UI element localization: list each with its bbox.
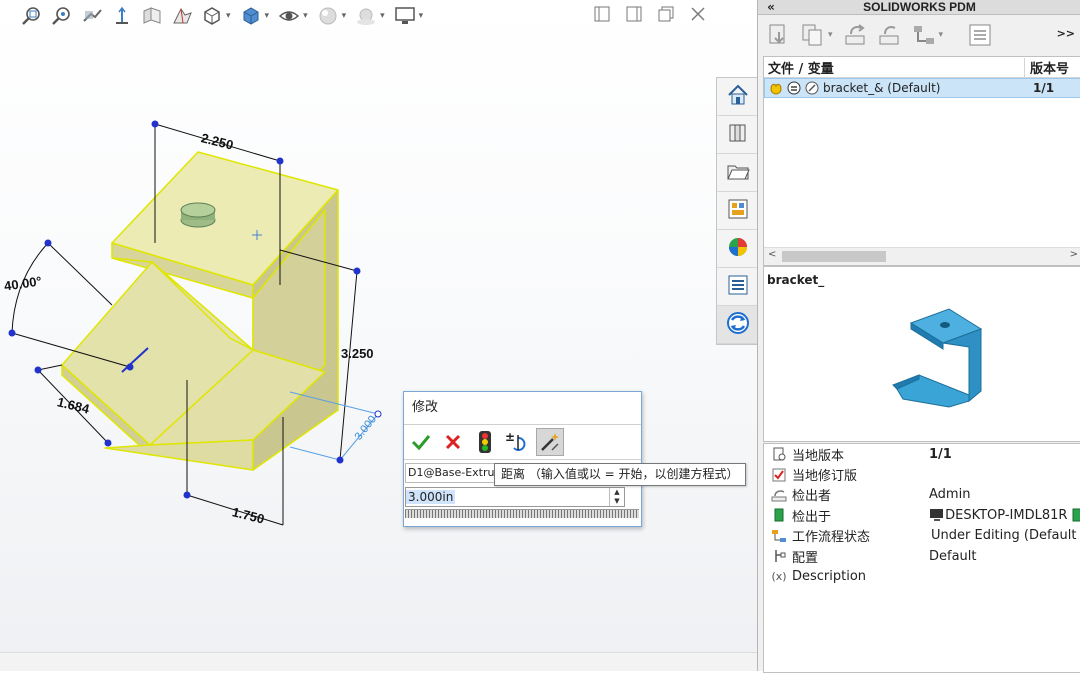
library-books-icon bbox=[726, 121, 750, 149]
property-row-local-revision: 当地修订版 bbox=[764, 464, 1080, 484]
tab-custom-properties[interactable] bbox=[717, 268, 758, 306]
local-version-icon bbox=[770, 446, 788, 462]
value-spinner[interactable]: ▲ ▼ bbox=[609, 488, 624, 506]
property-label: 工作流程状态 bbox=[792, 530, 871, 546]
reverse-sense-button[interactable]: ± bbox=[504, 429, 530, 455]
appearances-sphere-icon bbox=[726, 235, 750, 263]
tab-solidworks-resources[interactable] bbox=[717, 78, 758, 116]
file-list: 文件 / 变量 版本号 bracket_& (Default) 1/1 < > bbox=[763, 56, 1080, 266]
property-row-configuration: 配置 Default bbox=[764, 546, 1080, 566]
graphics-area[interactable]: ▾ ▾ ▾ ▾ ▾ ▾ 2.250 40.00° 3.250 1.684 1.7… bbox=[0, 0, 757, 671]
part-file-icon bbox=[805, 81, 819, 95]
cross-icon bbox=[445, 434, 461, 450]
dimension-value-input[interactable]: 3.000in ▲ ▼ bbox=[405, 487, 625, 507]
modify-dialog-title: 修改 bbox=[404, 392, 641, 425]
view-palette-icon bbox=[726, 197, 750, 225]
property-value: DESKTOP-IMDL81R bbox=[945, 507, 1068, 523]
traffic-light-icon bbox=[479, 431, 491, 453]
check-in-icon[interactable] bbox=[841, 20, 871, 50]
thumbwheel[interactable] bbox=[405, 509, 639, 518]
ok-button[interactable] bbox=[408, 429, 434, 455]
magic-wand-icon bbox=[541, 433, 559, 451]
property-label: 检出于 bbox=[792, 509, 832, 525]
preview-pane: bracket_ bbox=[763, 266, 1080, 442]
custom-properties-icon bbox=[726, 273, 750, 301]
tab-appearances[interactable] bbox=[717, 230, 758, 268]
pdm-title: SOLIDWORKS PDM bbox=[863, 0, 976, 14]
get-version-dropdown[interactable]: ▾ bbox=[828, 30, 833, 40]
property-label: 配置 bbox=[792, 550, 819, 566]
pdm-task-pane: « SOLIDWORKS PDM ▾ ▾ >> 文件 / 变量 版本号 brac… bbox=[757, 0, 1080, 673]
mark-for-drawing-button[interactable] bbox=[536, 428, 564, 456]
checked-out-by-icon bbox=[770, 487, 788, 503]
get-latest-icon[interactable] bbox=[764, 20, 794, 50]
property-value: Admin bbox=[929, 487, 971, 503]
tab-solidworks-pdm[interactable] bbox=[717, 306, 758, 344]
pdm-refresh-icon bbox=[725, 310, 751, 340]
tab-view-palette[interactable] bbox=[717, 192, 758, 230]
home-icon bbox=[726, 83, 750, 111]
property-label: 检出者 bbox=[792, 489, 832, 505]
property-value: Default bbox=[929, 548, 977, 564]
part-preview-thumbnail bbox=[892, 308, 983, 408]
dimension-value-text: 3.000in bbox=[406, 490, 456, 504]
plus-minus-reverse-icon: ± bbox=[505, 430, 526, 451]
tab-design-library[interactable] bbox=[717, 116, 758, 154]
computer-icon bbox=[930, 509, 944, 522]
property-row-workflow-state: 工作流程状态 Under Editing (Default ... bbox=[764, 526, 1080, 546]
modify-dialog-toolbar: ± bbox=[404, 425, 641, 460]
pdm-header: « SOLIDWORKS PDM bbox=[758, 0, 1080, 15]
check-out-icon[interactable] bbox=[875, 20, 905, 50]
dimension-height[interactable]: 3.250 bbox=[341, 346, 374, 361]
property-value: 1/1 bbox=[929, 446, 952, 462]
checkmark-icon bbox=[411, 435, 431, 451]
property-label: 当地修订版 bbox=[792, 469, 858, 485]
rebuild-button[interactable] bbox=[472, 429, 498, 455]
more-tools-button[interactable]: >> bbox=[1057, 27, 1075, 40]
file-version: 1/1 bbox=[1033, 81, 1055, 95]
scroll-left-icon[interactable]: < bbox=[768, 249, 776, 260]
change-state-icon[interactable] bbox=[909, 20, 939, 50]
folder-icon bbox=[726, 159, 750, 187]
task-pane-tabs bbox=[716, 77, 758, 345]
file-list-header: 文件 / 变量 版本号 bbox=[764, 57, 1080, 78]
equal-status-icon bbox=[787, 81, 801, 95]
file-name: bracket_& (Default) bbox=[823, 81, 941, 95]
checked-out-on-icon bbox=[770, 507, 788, 523]
bracket-model[interactable] bbox=[0, 0, 757, 671]
get-version-icon[interactable] bbox=[798, 20, 828, 50]
column-version[interactable]: 版本号 bbox=[1024, 57, 1080, 77]
viewport-status-strip bbox=[0, 652, 757, 671]
scroll-right-icon[interactable]: > bbox=[1070, 249, 1078, 260]
variable-x-icon: (x) bbox=[771, 570, 787, 584]
cancel-button[interactable] bbox=[440, 429, 466, 455]
tab-file-explorer[interactable] bbox=[717, 154, 758, 192]
properties-list: 当地版本 1/1 当地修订版 检出者 Admin 检出于 DESKTOP-IMD… bbox=[763, 443, 1080, 673]
modify-dimension-dialog: 修改 ± D1@Base-Extrude 3.000in ▲ ▼ bbox=[403, 391, 642, 527]
property-row-description: (x) Description bbox=[764, 566, 1080, 586]
scroll-thumb[interactable] bbox=[782, 251, 886, 262]
property-row-local-version: 当地版本 1/1 bbox=[764, 444, 1080, 464]
file-row[interactable]: bracket_& (Default) 1/1 bbox=[764, 78, 1080, 98]
workflow-state-icon bbox=[770, 528, 788, 544]
dimension-name-field[interactable]: D1@Base-Extrude bbox=[405, 463, 499, 483]
property-label: Description bbox=[792, 569, 867, 585]
preview-file-name: bracket_ bbox=[767, 273, 825, 287]
checked-out-hand-icon bbox=[769, 81, 783, 95]
pdm-toolbar: ▾ ▾ >> bbox=[764, 15, 1080, 55]
vault-green-icon bbox=[1072, 508, 1080, 522]
column-file-variable[interactable]: 文件 / 变量 bbox=[764, 58, 1024, 77]
checkbox-red-icon bbox=[770, 467, 788, 483]
file-list-scrollbar[interactable]: < > bbox=[764, 247, 1080, 265]
configuration-icon bbox=[770, 548, 788, 564]
properties-list-icon[interactable] bbox=[965, 20, 995, 50]
property-row-checked-out-by: 检出者 Admin bbox=[764, 485, 1080, 505]
property-label: 当地版本 bbox=[792, 448, 845, 464]
property-row-checked-out-on: 检出于 DESKTOP-IMDL81R bbox=[764, 505, 1080, 525]
property-value: Under Editing (Default ... bbox=[931, 528, 1080, 544]
distance-tooltip: 距离 （输入值或以 = 开始，以创建方程式） bbox=[494, 463, 746, 486]
change-state-dropdown[interactable]: ▾ bbox=[939, 30, 944, 40]
svg-text:±: ± bbox=[505, 430, 515, 444]
collapse-pane-button[interactable]: « bbox=[758, 0, 784, 14]
